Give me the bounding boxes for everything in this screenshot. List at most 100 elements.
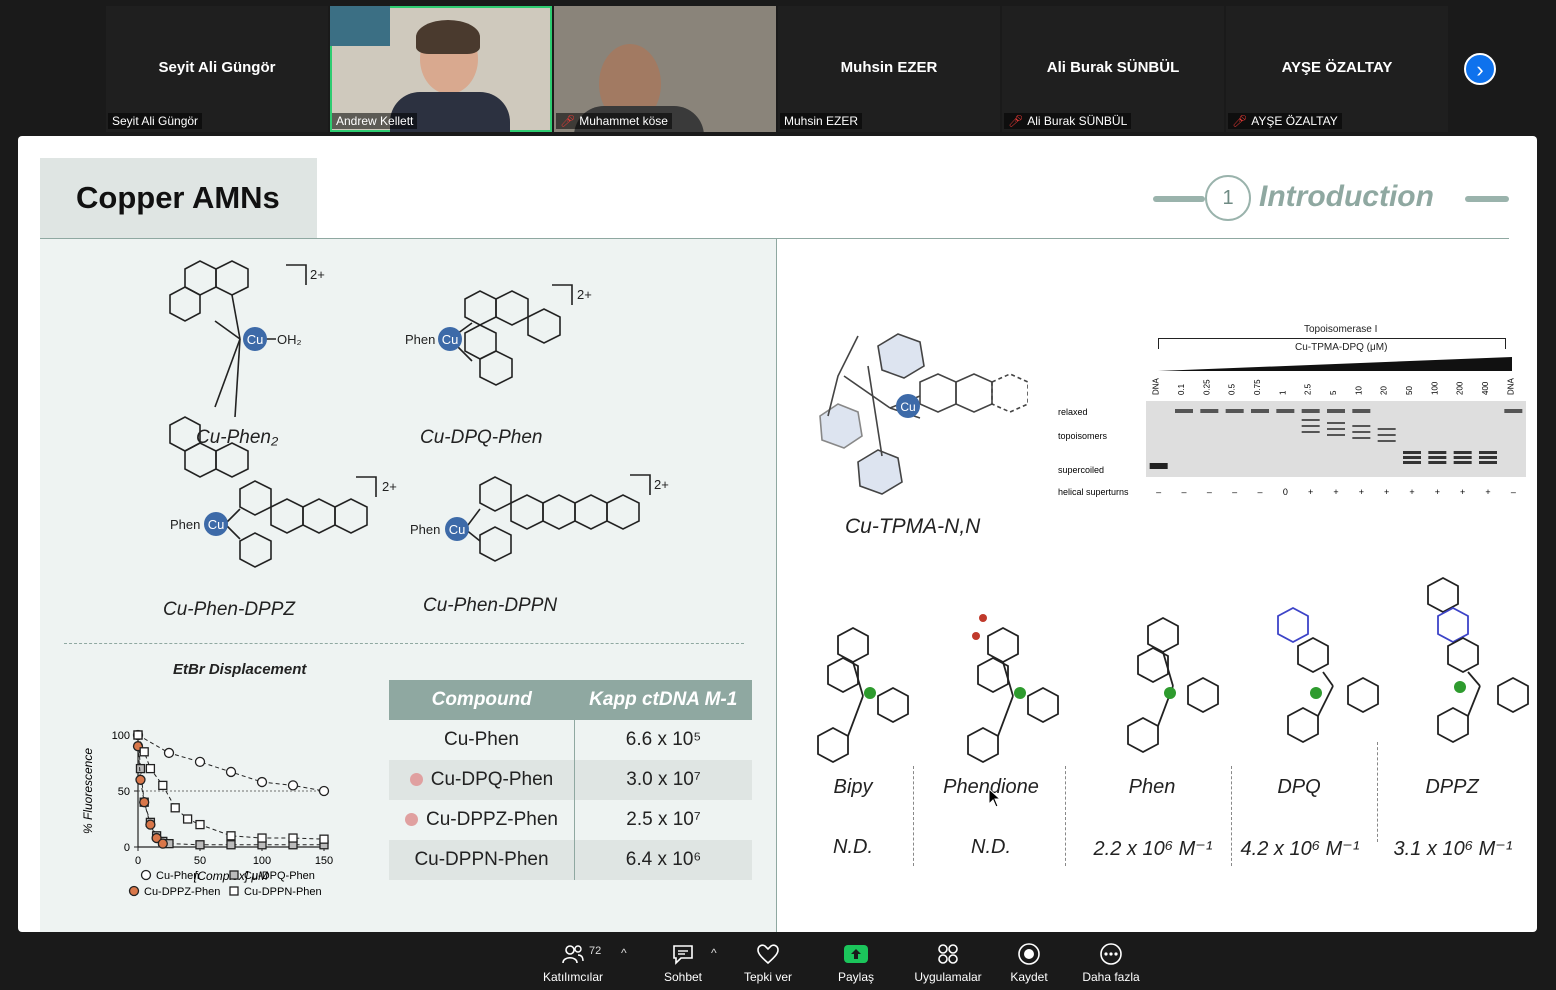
ligand-kapp: 4.2 x 10⁶ M⁻¹ (1240, 838, 1360, 860)
chat-chevron-up-icon[interactable]: ^ (711, 946, 717, 960)
mic-muted-icon: 🎤︎ (1232, 114, 1248, 128)
data-point (256, 776, 268, 788)
superturn-sign: + (1333, 487, 1338, 497)
ligand-name: DPQ (1277, 776, 1321, 798)
next-participants-arrow-icon[interactable]: › (1464, 53, 1496, 85)
data-point (145, 763, 156, 774)
participant-display-name: Muhsin EZER (840, 59, 938, 76)
gel-lane-label: 5 (1329, 390, 1338, 395)
legend-marker (128, 885, 140, 897)
concentration-wedge (1158, 357, 1512, 371)
superturn-sign: + (1384, 487, 1389, 497)
share-screen-button[interactable]: Paylaş (830, 942, 882, 984)
participant-name-label: Seyit Ali Güngör (108, 113, 203, 129)
section-line-right (1465, 196, 1509, 202)
superturn-sign: 0 (1283, 487, 1288, 497)
atom-phen: Phen (170, 517, 200, 532)
data-point (157, 838, 168, 849)
chat-button[interactable]: Sohbet (657, 942, 709, 984)
gel-row-label: relaxed (1058, 407, 1088, 417)
participant-tile[interactable]: Seyit Ali Güngör Seyit Ali Güngör (106, 6, 328, 132)
x-tick-label: 100 (253, 855, 271, 867)
participant-tile[interactable]: Ali Burak SÜNBÜL 🎤︎ Ali Burak SÜNBÜL (1002, 6, 1224, 132)
molecule-label: Cu-DPQ-Phen (420, 427, 543, 448)
atom-cu: Cu (247, 332, 264, 347)
heart-icon (755, 942, 781, 966)
data-point (195, 819, 205, 830)
y-tick-label: 0 (124, 842, 130, 854)
mic-muted-icon: 🎤︎ (560, 114, 576, 128)
ligand-kapp: N.D. (971, 836, 1011, 858)
gel-lane-label: 0.5 (1228, 383, 1237, 395)
gel-band (1327, 422, 1345, 424)
data-point (163, 747, 175, 759)
section-number: 1 (1205, 175, 1251, 221)
gel-band (1403, 461, 1421, 464)
data-point (287, 780, 299, 791)
apps-button[interactable]: Uygulamalar (908, 942, 988, 984)
participant-tile[interactable]: 🎤︎ Muhammet köse (554, 6, 776, 132)
ligand-kapp: 3.1 x 10⁶ M⁻¹ (1393, 838, 1513, 860)
gel-band (1200, 409, 1219, 413)
section-header: 1 Introduction (1153, 174, 1509, 224)
dashed-separator (1065, 766, 1066, 866)
more-icon (1098, 942, 1124, 966)
ligand-kapp: 2.2 x 10⁶ M⁻¹ (1093, 838, 1213, 860)
gel-band (1403, 451, 1421, 454)
gel-lane-label: 50 (1405, 386, 1414, 395)
data-point (145, 819, 156, 830)
gel-title: Topoisomerase I (1304, 324, 1378, 335)
table-cell-compound: Cu-DPQ-Phen (389, 760, 575, 800)
x-tick-label: 0 (135, 855, 141, 867)
gel-lane-label: 200 (1456, 381, 1465, 395)
shared-screen-slide: Copper AMNs 1 Introduction Cu Cu Cu Cu O… (18, 136, 1537, 932)
atom-cu: Cu (900, 400, 915, 414)
gel-band (1175, 409, 1193, 413)
molecule-label: Cu-Phen-DPPZ (163, 599, 295, 620)
gel-band (1301, 409, 1320, 413)
more-button[interactable]: Daha fazla (1080, 942, 1142, 984)
gel-band (1479, 456, 1497, 459)
slide-title: Copper AMNs (76, 180, 280, 215)
participants-chevron-up-icon[interactable]: ^ (621, 946, 627, 960)
superturn-sign: + (1308, 487, 1313, 497)
gel-band (1225, 409, 1244, 413)
table-header-compound: Compound (389, 680, 575, 720)
table-cell-compound: Cu-DPPN-Phen (389, 840, 575, 880)
participant-tile[interactable]: Muhsin EZER Muhsin EZER (778, 6, 1000, 132)
y-axis-label: % Fluorescence (81, 748, 95, 834)
superturn-sign: – (1257, 487, 1262, 497)
gel-lane-label: 0.1 (1177, 383, 1186, 395)
table-cell-value: 6.6 x 10⁵ (625, 729, 702, 750)
chat-icon (670, 942, 696, 966)
gel-band (1428, 451, 1447, 454)
superturn-sign: + (1485, 487, 1490, 497)
react-button[interactable]: Tepki ver (737, 942, 799, 984)
mic-muted-icon: 🎤︎ (1008, 114, 1024, 128)
participant-tile-active-speaker[interactable]: Andrew Kellett (330, 6, 552, 132)
table-cell-value: 6.4 x 10⁶ (574, 840, 752, 880)
charge-label: 2+ (382, 479, 397, 494)
gel-band (1301, 419, 1320, 421)
slide-title-box: Copper AMNs (40, 158, 317, 238)
gel-band (1149, 463, 1168, 469)
marker-dot-icon (409, 773, 423, 787)
atom-cu: Cu (442, 332, 459, 347)
participant-name-label: 🎤︎ Ali Burak SÜNBÜL (1004, 113, 1132, 129)
molecule-structures-left: Cu Cu Cu Cu OH₂ Phen Phen Phen 2+ 2+ 2+ … (169, 260, 669, 568)
legend-label: Cu-DPPN-Phen (244, 886, 322, 898)
atom-cu: Cu (208, 517, 225, 532)
gel-band (1403, 456, 1421, 459)
data-point (158, 780, 168, 791)
atom-phen: Phen (405, 332, 435, 347)
participant-tile[interactable]: AYŞE ÖZALTAY 🎤︎ AYŞE ÖZALTAY (1226, 6, 1448, 132)
data-point (318, 785, 330, 797)
data-point (319, 834, 329, 844)
record-button[interactable]: Kaydet (1006, 942, 1052, 984)
superturn-sign: + (1359, 487, 1364, 497)
gel-lane-label: 0.75 (1253, 379, 1262, 395)
molecule-label: Cu-Phen₂ (196, 427, 279, 448)
superturn-sign: – (1207, 487, 1212, 497)
data-point (139, 797, 150, 808)
ligand-name: Bipy (833, 776, 873, 798)
